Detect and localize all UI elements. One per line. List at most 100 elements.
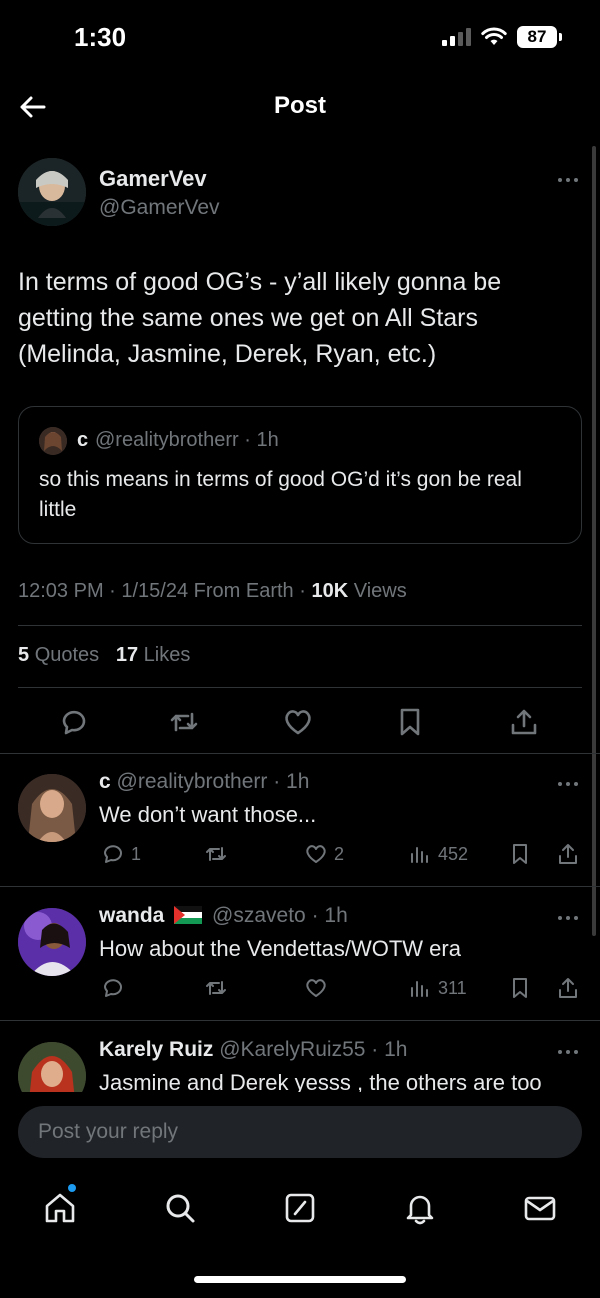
reply-composer-bar: Post your reply	[0, 1092, 600, 1172]
view-count: 452	[438, 843, 469, 864]
reply-author-name[interactable]: Karely Ruiz	[99, 1038, 213, 1061]
more-options-icon[interactable]	[556, 1040, 580, 1064]
home-indicator[interactable]	[194, 1276, 406, 1283]
post-action-bar	[0, 702, 600, 748]
repost-button[interactable]	[204, 842, 228, 866]
reply-author-name[interactable]: c	[99, 770, 111, 793]
likes-label: Likes	[143, 644, 191, 666]
reply-button[interactable]	[58, 706, 90, 738]
reply-avatar[interactable]	[18, 774, 86, 842]
reply-text: How about the Vendettas/WOTW era	[99, 936, 461, 961]
mail-icon	[524, 1196, 556, 1221]
reply-header: c @realitybrotherr · 1h	[99, 770, 309, 794]
quoted-post[interactable]: c @realitybrotherr · 1h so this means in…	[18, 406, 582, 544]
views-label: Views	[353, 580, 407, 602]
reply-author-handle[interactable]: @realitybrotherr · 1h	[117, 770, 310, 793]
like-count: 2	[334, 843, 345, 864]
quotes-stat[interactable]: 5 Quotes	[18, 644, 99, 666]
reply-avatar[interactable]	[18, 908, 86, 976]
author-avatar[interactable]	[18, 158, 86, 226]
reply-author-name[interactable]: wanda	[99, 904, 164, 927]
repost-icon	[170, 712, 198, 732]
likes-count: 17	[115, 644, 139, 666]
reply-avatar[interactable]	[18, 1042, 86, 1092]
share-button[interactable]	[508, 706, 540, 738]
repost-button[interactable]	[168, 706, 200, 738]
top-header: Post	[0, 76, 600, 138]
home-icon	[45, 1193, 75, 1223]
reply-icon	[104, 845, 122, 863]
home-notification-dot	[68, 1184, 76, 1192]
reply-icon	[104, 979, 122, 997]
bookmark-icon	[513, 844, 527, 864]
cellular-signal-icon	[442, 28, 471, 46]
reply-input[interactable]: Post your reply	[18, 1106, 582, 1158]
bookmark-icon	[400, 708, 420, 736]
post-timestamp: 12:03 PM · 1/15/24 From Earth ·	[18, 580, 306, 602]
views-count: 10K	[311, 580, 349, 602]
quote-author-avatar	[39, 427, 67, 455]
analytics-icon	[411, 847, 428, 863]
reply-button[interactable]	[101, 976, 125, 1000]
divider	[0, 1020, 600, 1021]
view-count: 311	[438, 977, 467, 998]
reply-input-placeholder: Post your reply	[38, 1120, 179, 1143]
battery-level: 87	[517, 26, 557, 48]
status-time: 1:30	[74, 22, 127, 52]
divider	[0, 886, 600, 887]
more-options-icon[interactable]	[556, 772, 580, 796]
bell-icon	[406, 1195, 434, 1225]
bottom-nav	[0, 1172, 600, 1298]
compose-icon	[285, 1193, 315, 1223]
heart-icon	[306, 845, 326, 863]
views-button[interactable]: 452	[408, 842, 468, 866]
bookmark-button[interactable]	[508, 976, 532, 1000]
heart-icon	[285, 710, 311, 735]
share-icon	[559, 978, 577, 998]
author-handle[interactable]: @GamerVev	[99, 196, 220, 220]
share-icon	[511, 709, 537, 735]
post-stats: 5 Quotes 17 Likes	[18, 644, 190, 667]
divider	[0, 753, 600, 754]
reply-author-handle[interactable]: @KarelyRuiz55 · 1h	[219, 1038, 407, 1061]
bookmark-button[interactable]	[508, 842, 532, 866]
post-meta: 12:03 PM · 1/15/24 From Earth · 10K View…	[18, 580, 407, 603]
reply-item[interactable]: wanda @szaveto · 1h How about the Vendet…	[0, 890, 600, 1020]
divider	[18, 625, 582, 626]
likes-stat[interactable]: 17 Likes	[116, 644, 191, 666]
quote-author-name: c	[77, 429, 89, 451]
share-button[interactable]	[556, 976, 580, 1000]
bookmark-icon	[513, 978, 527, 998]
repost-icon	[206, 847, 226, 861]
views-button[interactable]: 311	[408, 976, 467, 1000]
battery-icon: 87	[517, 26, 562, 48]
reply-item[interactable]: Karely Ruiz @KarelyRuiz55 · 1h Jasmine a…	[0, 1024, 600, 1092]
nav-messages[interactable]	[522, 1190, 558, 1226]
author-name[interactable]: GamerVev	[99, 166, 207, 192]
nav-search[interactable]	[162, 1190, 198, 1226]
divider	[18, 687, 582, 688]
like-button[interactable]	[304, 976, 328, 1000]
repost-button[interactable]	[204, 976, 228, 1000]
status-icons: 87	[442, 26, 562, 48]
quotes-label: Quotes	[34, 644, 100, 666]
reply-author-handle[interactable]: @szaveto · 1h	[212, 904, 348, 927]
nav-home[interactable]	[42, 1190, 78, 1226]
status-bar: 1:30 87	[0, 0, 600, 76]
reply-button[interactable]: 1	[101, 842, 141, 866]
nav-compose[interactable]	[282, 1190, 318, 1226]
page-title: Post	[273, 92, 326, 119]
more-options-icon[interactable]	[556, 906, 580, 930]
reply-header: Karely Ruiz @KarelyRuiz55 · 1h	[99, 1038, 407, 1062]
quote-author-handle: @realitybrotherr · 1h	[95, 429, 279, 451]
reply-item[interactable]: c @realitybrotherr · 1h We don’t want th…	[0, 756, 600, 886]
share-button[interactable]	[556, 842, 580, 866]
reply-text: We don’t want those...	[99, 802, 317, 827]
nav-notifications[interactable]	[402, 1190, 438, 1226]
analytics-icon	[411, 981, 428, 997]
heart-icon	[306, 979, 326, 997]
bookmark-button[interactable]	[394, 706, 426, 738]
more-options-icon[interactable]	[556, 168, 580, 192]
like-button[interactable]	[282, 706, 314, 738]
like-button[interactable]: 2	[304, 842, 344, 866]
